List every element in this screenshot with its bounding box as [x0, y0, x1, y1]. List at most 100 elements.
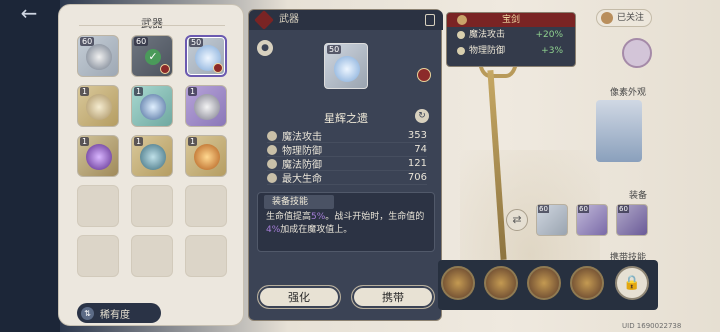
skill-icon[interactable] [441, 266, 475, 300]
pixel-avatar[interactable] [596, 100, 642, 162]
weapon-slot[interactable]: 1 [131, 85, 173, 127]
slot-level: 1 [134, 137, 144, 146]
skill-icon[interactable] [570, 266, 604, 300]
inventory-title: 武器 [141, 17, 163, 30]
enhance-button[interactable]: 强化 [257, 285, 341, 309]
weapon-slot[interactable]: 1 [131, 135, 173, 177]
follow-icon [601, 12, 613, 24]
weapon-art-icon [194, 144, 220, 170]
slot-level: 60 [134, 37, 149, 46]
back-arrow-icon[interactable]: ← [14, 1, 44, 25]
skill-icon[interactable] [484, 266, 518, 300]
physical-defense-icon [267, 144, 277, 155]
lock-icon[interactable] [425, 14, 435, 26]
slot-level: 1 [134, 87, 144, 96]
tooltip-stat-value: +3% [541, 46, 563, 56]
swap-icon[interactable]: ↻ [415, 109, 429, 123]
stat-value: 74 [414, 144, 427, 155]
weapon-slot-selected[interactable]: 50 [185, 35, 227, 77]
detail-item-card: 50 [324, 43, 368, 89]
skill-text: 加成在魔攻值上。 [280, 225, 353, 235]
sword-icon [457, 15, 467, 25]
tooltip-title: 宝剑 [501, 15, 520, 25]
skill-percent: 5% [311, 212, 326, 222]
stat-value: 706 [407, 172, 427, 183]
weapon-bonus-tooltip: 宝剑 魔法攻击 +20% 物理防御 +3% [446, 12, 576, 67]
weapon-slot[interactable]: 1 [185, 85, 227, 127]
weapon-slot[interactable]: 1 [77, 135, 119, 177]
empty-slot [131, 235, 173, 277]
detail-header-title: 武器 [279, 14, 299, 25]
class-badge-icon [160, 64, 170, 74]
weapon-art-icon [334, 56, 360, 82]
slot-level: 60 [538, 205, 549, 213]
swap-equipment-icon[interactable]: ⇄ [506, 209, 528, 231]
tooltip-stat-value: +20% [535, 30, 563, 40]
slot-level: 60 [578, 205, 589, 213]
slot-level: 1 [80, 87, 90, 96]
item-level: 50 [327, 45, 342, 54]
inventory-panel: 武器 60 60 ✓ 50 1 1 1 1 1 1 ⇅ 稀有度 [58, 4, 244, 326]
weapon-art-icon [86, 44, 112, 70]
weapon-art-icon [140, 94, 166, 120]
empty-slot [131, 185, 173, 227]
weapon-art-icon [194, 94, 220, 120]
heart-emblem-icon[interactable] [622, 38, 652, 68]
character-icon[interactable]: ● [257, 40, 273, 56]
stat-label: 最大生命 [282, 174, 322, 185]
skill-icon[interactable] [527, 266, 561, 300]
stat-value: 121 [407, 158, 427, 169]
stat-value: 353 [407, 130, 427, 141]
sort-icon: ⇅ [81, 306, 94, 320]
slot-level: 60 [618, 205, 629, 213]
slot-level: 1 [188, 87, 198, 96]
empty-slot [185, 185, 227, 227]
rarity-label: 稀有度 [100, 309, 130, 321]
stat-row: 物理防御 74 [267, 143, 427, 157]
weapon-type-icon [254, 10, 274, 30]
weapon-art-icon [140, 144, 166, 170]
magic-defense-icon [267, 158, 277, 169]
uid-text: UID 1690022738 [622, 322, 682, 330]
rarity-sort-button[interactable]: ⇅ 稀有度 [77, 303, 161, 323]
magic-attack-icon [267, 130, 277, 141]
class-badge-icon [417, 68, 431, 82]
weapon-slot[interactable]: 60 [77, 35, 119, 77]
equip-skill-box: 装备技能 生命值提高5%。战斗开始时，生命值的 4%加成在魔攻值上。 [257, 192, 435, 252]
slot-level: 1 [80, 137, 90, 146]
class-badge-icon [213, 63, 223, 73]
locked-skill-lock-icon[interactable]: 🔒 [615, 266, 649, 300]
slot-level: 1 [188, 137, 198, 146]
stat-label: 魔法攻击 [282, 132, 322, 143]
check-icon: ✓ [145, 49, 161, 65]
stats-list: 魔法攻击 353 物理防御 74 魔法防御 121 最大生命 706 [267, 129, 427, 185]
skill-percent: 4% [266, 225, 281, 235]
stat-row: 魔法防御 121 [267, 157, 427, 171]
stat-label: 物理防御 [282, 146, 322, 157]
stat-row: 最大生命 706 [267, 171, 427, 185]
magic-attack-icon [457, 31, 465, 39]
weapon-detail-panel: 武器 ● 50 星辉之遗 ↻ 魔法攻击 353 物理防御 74 魔法防御 121… [248, 9, 443, 321]
weapon-slot[interactable]: 1 [185, 135, 227, 177]
equip-section-label: 装备 [629, 191, 648, 201]
skill-title: 装备技能 [264, 195, 334, 209]
equipped-weapon-slot[interactable]: 60 [536, 204, 568, 236]
skill-description: 生命值提高5%。战斗开始时，生命值的 4%加成在魔攻值上。 [266, 211, 430, 237]
tooltip-row: 物理防御 +3% [447, 43, 575, 59]
skill-text: 生命值提高 [266, 212, 312, 222]
equip-button[interactable]: 携带 [351, 285, 435, 309]
left-backdrop [0, 0, 60, 332]
item-name: 星辉之遗 [324, 112, 368, 125]
physical-defense-icon [457, 47, 465, 55]
weapon-slot[interactable]: 1 [77, 85, 119, 127]
appearance-label: 像素外观 [610, 88, 647, 98]
detail-header: 武器 [249, 10, 443, 30]
tooltip-header: 宝剑 [447, 13, 575, 27]
empty-slot [77, 235, 119, 277]
equipped-armor-slot[interactable]: 60 [576, 204, 608, 236]
divider [79, 25, 225, 26]
equipped-accessory-slot[interactable]: 60 [616, 204, 648, 236]
skill-text: 。战斗开始时，生命值的 [325, 212, 425, 222]
follow-button[interactable]: 已关注 [596, 9, 652, 27]
weapon-slot[interactable]: 60 ✓ [131, 35, 173, 77]
